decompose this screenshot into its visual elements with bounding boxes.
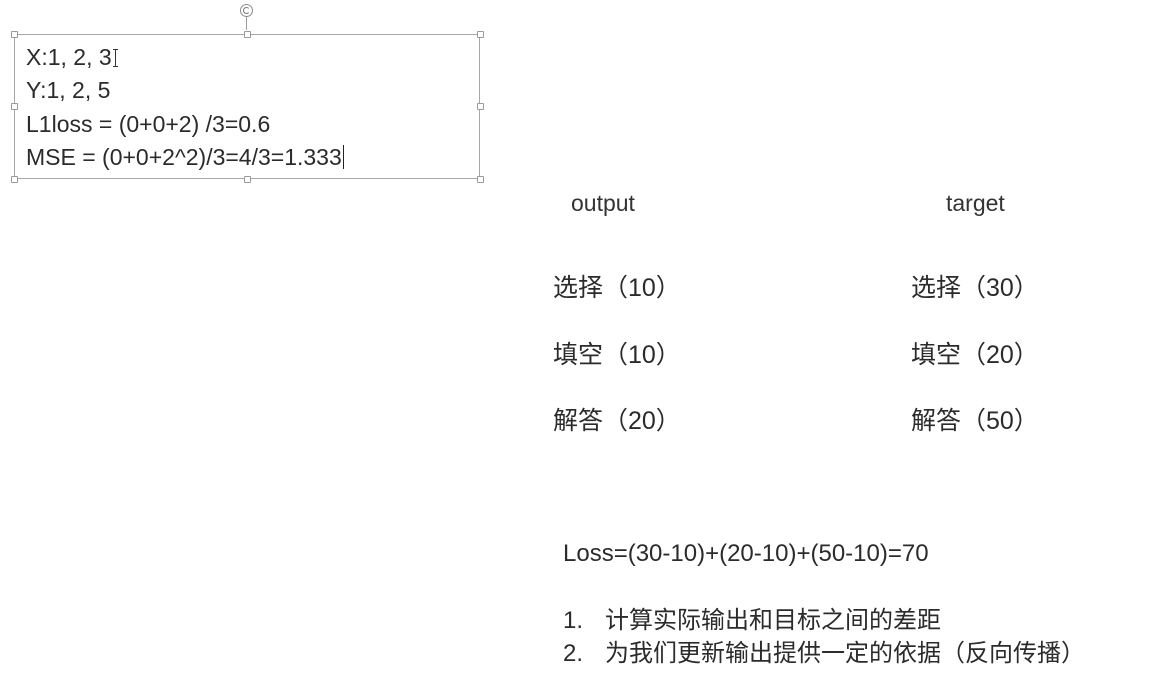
resize-handle-bottom-right[interactable] — [477, 176, 484, 183]
rotate-handle-icon[interactable] — [240, 4, 253, 17]
text-caret — [342, 145, 345, 169]
resize-handle-bottom[interactable] — [244, 176, 251, 183]
target-cell-fill-blank: 填空（20） — [911, 341, 1039, 369]
resize-handle-top-left[interactable] — [11, 31, 18, 38]
resize-handle-right[interactable] — [477, 103, 484, 110]
textbox-line-l1loss[interactable]: L1loss = (0+0+2) /3=0.6 — [26, 110, 270, 138]
resize-handle-left[interactable] — [11, 103, 18, 110]
textbox-line-x[interactable]: X:1, 2, 3 — [26, 43, 119, 71]
loss-formula: Loss=(30-10)+(20-10)+(50-10)=70 — [563, 540, 929, 567]
output-cell-fill-blank: 填空（10） — [553, 341, 681, 369]
textbox-line-x-text: X:1, 2, 3 — [26, 44, 112, 70]
list-item: 2. 为我们更新输出提供一定的依据（反向传播） — [563, 637, 1085, 670]
target-cell-choice: 选择（30） — [911, 274, 1039, 302]
notes-list: 1. 计算实际输出和目标之间的差距 2. 为我们更新输出提供一定的依据（反向传播） — [563, 604, 1085, 670]
target-column-header: target — [946, 190, 1005, 216]
list-item-text: 为我们更新输出提供一定的依据（反向传播） — [605, 640, 1085, 667]
resize-handle-bottom-left[interactable] — [11, 176, 18, 183]
output-column-header: output — [571, 190, 635, 216]
i-beam-cursor-icon — [112, 49, 119, 67]
selected-text-box[interactable]: X:1, 2, 3 Y:1, 2, 5 L1loss = (0+0+2) /3=… — [14, 34, 480, 179]
list-item: 1. 计算实际输出和目标之间的差距 — [563, 604, 1085, 637]
textbox-line-mse-text: MSE = (0+0+2^2)/3=4/3=1.333 — [26, 144, 342, 170]
output-cell-answer: 解答（20） — [553, 407, 681, 435]
textbox-line-y[interactable]: Y:1, 2, 5 — [26, 76, 110, 104]
list-item-number: 2. — [563, 640, 584, 667]
list-item-number: 1. — [563, 607, 584, 634]
list-item-text: 计算实际输出和目标之间的差距 — [605, 607, 941, 634]
rotate-handle-stem — [246, 16, 247, 30]
textbox-line-mse[interactable]: MSE = (0+0+2^2)/3=4/3=1.333 — [26, 143, 345, 171]
resize-handle-top-right[interactable] — [477, 31, 484, 38]
resize-handle-top[interactable] — [244, 31, 251, 38]
target-cell-answer: 解答（50） — [911, 407, 1039, 435]
output-cell-choice: 选择（10） — [553, 274, 681, 302]
